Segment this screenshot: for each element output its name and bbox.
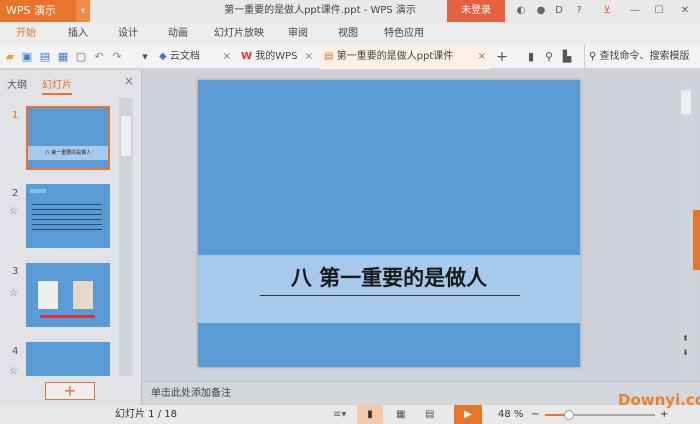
- close-panel-icon[interactable]: ×: [124, 74, 134, 88]
- close-tab-icon[interactable]: ×: [305, 45, 313, 69]
- wps-icon: W: [241, 51, 253, 62]
- animation-star-icon: ☆: [9, 206, 18, 217]
- tab-document[interactable]: ▤ 第一重要的是做人ppt课件 ×: [320, 45, 490, 69]
- add-slide-button[interactable]: +: [45, 382, 95, 400]
- export-pdf-icon[interactable]: ▤: [38, 50, 52, 64]
- tab-my-wps[interactable]: W 我的WPS ×: [237, 45, 317, 69]
- animation-star-icon: ☆: [9, 288, 18, 299]
- normal-view-icon[interactable]: ▮: [357, 405, 383, 424]
- notes-field[interactable]: 单击此处添加备注: [143, 381, 700, 405]
- help-icon[interactable]: ?: [572, 4, 586, 18]
- menu-slideshow[interactable]: 幻灯片放映: [214, 22, 264, 45]
- save-icon[interactable]: ▣: [20, 50, 34, 64]
- reading-view-icon[interactable]: ▤: [425, 405, 434, 424]
- dropdown-icon[interactable]: ▾: [76, 0, 90, 22]
- share-icon[interactable]: D: [552, 4, 566, 18]
- menu-review[interactable]: 审阅: [288, 22, 308, 45]
- tab-label: 云文档: [169, 51, 200, 62]
- maximize-icon[interactable]: ☐: [652, 4, 666, 18]
- login-button[interactable]: 未登录: [447, 0, 505, 22]
- zoom-slider[interactable]: [545, 410, 655, 420]
- slide-canvas[interactable]: 八 第一重要的是做人: [198, 80, 580, 367]
- tab-outline[interactable]: 大纲: [7, 76, 27, 91]
- title-underline: [260, 295, 520, 296]
- scroll-thumb[interactable]: [121, 116, 131, 156]
- redo-icon[interactable]: ↷: [110, 50, 124, 64]
- scroll-thumb[interactable]: [681, 90, 691, 114]
- menu-special[interactable]: 特色应用: [384, 22, 424, 45]
- slide-thumbnail-3[interactable]: [26, 263, 110, 327]
- tab-label: 我的WPS: [255, 51, 298, 62]
- toolbar: ▰ ▣ ▤ ▦ ▢ ↶ ↷ ▾ ◆ 云文档 × W 我的WPS × ▤ 第一重要的是…: [0, 45, 700, 69]
- slide-number: 3: [12, 266, 19, 277]
- print-icon[interactable]: ▦: [56, 50, 70, 64]
- cloud-icon: ◆: [159, 51, 167, 62]
- tab-label: 第一重要的是做人ppt课件: [336, 51, 454, 62]
- more-dropdown-icon[interactable]: ▾: [138, 50, 152, 64]
- prev-slide-icon[interactable]: ⇞: [682, 334, 689, 343]
- settings-icon[interactable]: ●: [534, 4, 548, 18]
- thumb-title: 八 第一重要的是做人: [28, 146, 108, 160]
- title-bar: WPS 演示 ▾ 第一重要的是做人ppt课件.ppt - WPS 演示 未登录 ◐…: [0, 0, 700, 22]
- zoom-out-button[interactable]: −: [531, 405, 539, 424]
- menu-view[interactable]: 视图: [338, 22, 358, 45]
- slide-number: 2: [12, 188, 19, 199]
- pin-icon[interactable]: ⚲: [542, 50, 556, 64]
- comment-icon[interactable]: ▮: [524, 50, 538, 64]
- app-name: WPS 演示: [6, 4, 56, 17]
- next-slide-icon[interactable]: ⇟: [682, 348, 689, 357]
- slide-number: 1: [12, 110, 19, 121]
- menu-design[interactable]: 设计: [118, 22, 138, 45]
- slide-title[interactable]: 八 第一重要的是做人: [198, 262, 580, 292]
- side-panel-handle[interactable]: [693, 210, 700, 270]
- notes-toggle-icon[interactable]: ≡▾: [333, 405, 346, 424]
- slide-number: 4: [12, 346, 19, 357]
- search-icon: ⚲: [589, 51, 597, 62]
- undo-icon[interactable]: ↶: [92, 50, 106, 64]
- watermark: Downyi.com: [618, 391, 700, 409]
- close-tab-icon[interactable]: ×: [223, 45, 231, 69]
- slide-panel: 大纲 幻灯片 × 1 八 第一重要的是做人 2 ☆ 3 ☆ 4 ☆ +: [0, 70, 142, 405]
- animation-star-icon: ☆: [9, 366, 18, 377]
- slide-thumbnail-4[interactable]: [26, 342, 110, 376]
- slide-counter: 幻灯片 1 / 18: [115, 409, 177, 420]
- status-bar: 幻灯片 1 / 18 ≡▾ ▮ ▦ ▤ ▶ 48 % − + Downyi.co…: [0, 391, 700, 424]
- search-placeholder: 查找命令、搜索模版: [599, 51, 690, 62]
- format-icon[interactable]: ▙: [560, 50, 574, 64]
- zoom-slider-knob[interactable]: [563, 410, 574, 420]
- new-tab-icon[interactable]: +: [495, 50, 509, 64]
- menu-insert[interactable]: 插入: [68, 22, 88, 45]
- ribbon-menu: 开始 插入 设计 动画 幻灯片放映 审阅 视图 特色应用: [0, 22, 700, 45]
- slide-thumbnail-2[interactable]: [26, 184, 110, 248]
- close-tab-icon[interactable]: ×: [478, 45, 486, 69]
- command-search[interactable]: ⚲ 查找命令、搜索模版: [584, 45, 700, 69]
- open-icon[interactable]: ▰: [3, 50, 17, 64]
- skin-icon[interactable]: ◐: [514, 4, 528, 18]
- preview-icon[interactable]: ▢: [74, 50, 88, 64]
- window-title: 第一重要的是做人ppt课件.ppt - WPS 演示: [224, 5, 416, 16]
- tab-slides[interactable]: 幻灯片: [42, 76, 72, 95]
- wps-logo-menu[interactable]: WPS 演示 ▾: [0, 0, 90, 22]
- slide-thumbnail-1[interactable]: 八 第一重要的是做人: [26, 106, 110, 170]
- minimize-icon[interactable]: —: [628, 4, 642, 18]
- ppt-file-icon: ▤: [324, 51, 334, 62]
- menu-home[interactable]: 开始: [16, 22, 36, 45]
- tab-cloud-docs[interactable]: ◆ 云文档 ×: [155, 45, 235, 69]
- menu-animation[interactable]: 动画: [168, 22, 188, 45]
- download-icon[interactable]: ⊻: [600, 4, 614, 18]
- close-icon[interactable]: ✕: [678, 4, 692, 18]
- editor-scrollbar[interactable]: ⇞ ⇟: [679, 86, 693, 376]
- zoom-level: 48 %: [498, 409, 524, 420]
- panel-scrollbar[interactable]: [119, 98, 133, 376]
- play-slideshow-button[interactable]: ▶: [454, 405, 482, 424]
- sorter-view-icon[interactable]: ▦: [396, 405, 405, 424]
